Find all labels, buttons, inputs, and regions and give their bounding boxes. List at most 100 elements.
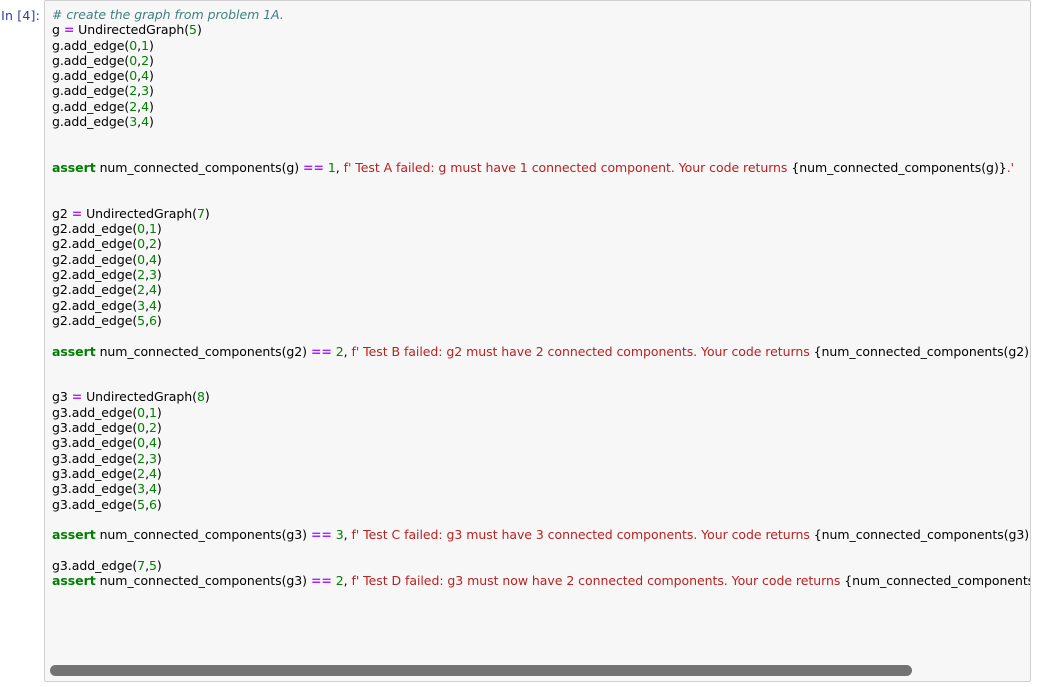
code-token-number: 2	[129, 98, 138, 114]
code-token-number: 0	[137, 420, 146, 436]
code-token-number: 4	[149, 251, 157, 267]
code-token-plain: g.add_edge(	[52, 37, 130, 53]
code-token-string: f' Test C failed: g3 must have 3 connect…	[351, 527, 814, 543]
code-token-plain: g.add_edge(	[52, 68, 130, 84]
cell-execution-prompt[interactable]: In [4]:	[0, 0, 44, 23]
code-token-operator: =	[63, 22, 75, 38]
code-line: g2.add_edge(0,1)	[52, 221, 1030, 236]
code-token-number: 0	[129, 52, 138, 68]
code-token-plain: ,	[335, 159, 344, 175]
code-line: g.add_edge(0,2)	[52, 53, 1030, 68]
code-token-plain: g3.add_edge(	[52, 420, 138, 436]
code-token-plain: num_connected_components(g2)	[95, 343, 311, 359]
code-token-string: .'	[1006, 159, 1014, 175]
code-token-plain: {num_connected_components(g2)}	[813, 343, 1030, 359]
code-token-plain: g3	[52, 389, 72, 405]
code-token-plain: )	[204, 389, 210, 405]
code-token-number: 2	[335, 572, 344, 588]
code-token-plain: )	[156, 297, 162, 313]
code-token-plain: )	[156, 404, 162, 420]
code-token-number: 3	[149, 450, 157, 466]
code-token-plain: )	[204, 205, 210, 221]
code-line: g2.add_edge(2,4)	[52, 282, 1030, 297]
code-token-number: 1	[327, 159, 336, 175]
code-token-string: f' Test D failed: g3 must now have 2 con…	[351, 572, 845, 588]
code-token-number: 4	[149, 282, 157, 298]
code-token-plain: )	[156, 312, 162, 328]
code-line: g2.add_edge(0,2)	[52, 236, 1030, 251]
code-token-plain: g2.add_edge(	[52, 251, 138, 267]
code-line: # create the graph from problem 1A.	[52, 7, 1030, 22]
code-token-number: 3	[141, 83, 150, 99]
notebook-cell-container: In [4]: # create the graph from problem …	[0, 0, 1045, 687]
code-token-plain: g3.add_edge(	[52, 465, 138, 481]
code-token-number: 6	[149, 496, 157, 512]
code-token-operator: ==	[310, 527, 332, 543]
code-token-number: 4	[149, 481, 157, 497]
code-token-plain: g3.add_edge(	[52, 557, 138, 573]
code-token-number: 5	[149, 557, 157, 573]
code-token-plain: UndirectedGraph(	[82, 205, 197, 221]
code-token-plain: )	[156, 420, 162, 436]
code-token-number: 1	[149, 221, 157, 237]
code-cell[interactable]: In [4]: # create the graph from problem …	[0, 0, 1045, 682]
horizontal-scrollbar-thumb[interactable]	[50, 665, 912, 676]
code-token-operator: ==	[310, 572, 332, 588]
code-token-number: 2	[137, 282, 146, 298]
code-token-plain: )	[149, 52, 154, 68]
code-token-number: 4	[141, 98, 150, 114]
code-token-plain: )	[156, 496, 162, 512]
code-token-plain: num_connected_components(g)	[95, 159, 304, 175]
code-token-plain: )	[156, 557, 162, 573]
code-token-number: 4	[149, 465, 157, 481]
code-token-number: 2	[149, 420, 157, 436]
code-line: g3.add_edge(2,4)	[52, 466, 1030, 481]
code-token-plain: )	[156, 267, 162, 283]
code-token-plain: g2.add_edge(	[52, 236, 138, 252]
code-line: g3.add_edge(2,3)	[52, 451, 1030, 466]
code-input-area[interactable]: # create the graph from problem 1A. g = U…	[44, 0, 1031, 682]
code-line: g2 = UndirectedGraph(7)	[52, 206, 1030, 221]
code-token-plain: )	[149, 114, 154, 130]
code-token-plain: g.add_edge(	[52, 98, 130, 114]
code-line: assert num_connected_components(g) == 1,…	[52, 160, 1030, 175]
code-line: g3.add_edge(0,4)	[52, 435, 1030, 450]
code-token-plain: )	[156, 450, 162, 466]
code-token-plain: UndirectedGraph(	[74, 22, 190, 38]
code-token-plain: )	[196, 22, 202, 38]
code-token-plain: g2.add_edge(	[52, 282, 138, 298]
code-line: g3.add_edge(5,6)	[52, 497, 1030, 512]
code-token-plain: num_connected_components(g3)	[95, 572, 311, 588]
code-token-number: 0	[137, 221, 146, 237]
code-token-number: 0	[137, 435, 146, 451]
code-token-plain: )	[149, 37, 154, 53]
code-line: g2.add_edge(0,4)	[52, 252, 1030, 267]
code-line: g.add_edge(3,4)	[52, 114, 1030, 129]
code-token-plain: g	[52, 22, 64, 38]
code-token-number: 1	[149, 404, 157, 420]
code-token-plain: {num_connected_components(g3)}	[844, 572, 1030, 588]
code-token-number: 6	[149, 312, 157, 328]
code-source[interactable]: # create the graph from problem 1A. g = U…	[45, 1, 1030, 588]
code-token-keyword: assert	[52, 159, 96, 175]
code-token-number: 3	[137, 297, 146, 313]
code-token-number: 0	[129, 37, 138, 53]
code-token-keyword: assert	[52, 527, 96, 543]
code-line: g.add_edge(0,1)	[52, 38, 1030, 53]
code-scroll-viewport[interactable]: # create the graph from problem 1A. g = U…	[45, 1, 1030, 681]
code-line: assert num_connected_components(g2) == 2…	[52, 344, 1030, 359]
code-token-plain: {num_connected_components(g3)}	[813, 527, 1030, 543]
code-token-plain: g.add_edge(	[52, 114, 130, 130]
code-token-number: 5	[137, 312, 146, 328]
code-token-number: 3	[129, 114, 138, 130]
horizontal-scrollbar-track[interactable]	[50, 665, 1025, 676]
code-token-plain: ,	[343, 527, 352, 543]
code-token-number: 7	[196, 205, 205, 221]
code-token-plain: g3.add_edge(	[52, 435, 138, 451]
code-token-plain: )	[156, 236, 162, 252]
